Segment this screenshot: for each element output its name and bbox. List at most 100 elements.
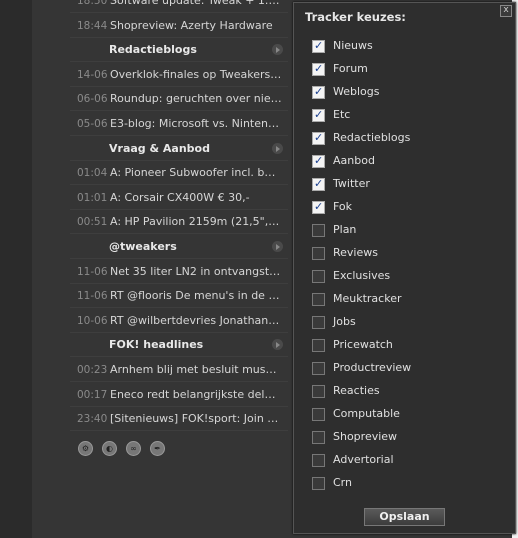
option-label: Weblogs [333, 85, 380, 98]
news-item[interactable]: 00:51A: HP Pavilion 2159m (21,5", full H… [70, 210, 288, 235]
tracker-option[interactable]: Aanbod [312, 154, 502, 172]
tracker-option[interactable]: Computable [312, 407, 502, 425]
option-label: Pricewatch [333, 338, 393, 351]
popup-title: Tracker keuzes: [305, 10, 406, 24]
checkbox[interactable] [312, 154, 325, 168]
news-item-title[interactable]: Roundup: geruchten over nieuwe [110, 92, 282, 105]
tracker-option[interactable]: Etc [312, 108, 502, 126]
news-item[interactable]: 01:04A: Pioneer Subwoofer incl. behuizin… [70, 161, 288, 186]
tracker-option[interactable]: Forum [312, 62, 502, 80]
news-item-time: 01:04 [77, 167, 108, 180]
section-header[interactable]: Redactieblogs [70, 38, 288, 63]
news-item-title[interactable]: Overklok-finales op Tweakers.net [110, 68, 282, 81]
news-item[interactable]: 11-06 RT @flooris De menu's in de Nokia [70, 284, 288, 309]
tracker-option[interactable]: Productreview [312, 361, 502, 379]
save-button[interactable]: Opslaan [364, 508, 445, 526]
news-item-title[interactable]: Shopreview: Azerty Hardware [110, 19, 282, 32]
news-item-title[interactable]: Net 35 liter LN2 in ontvangst genomen [110, 265, 282, 278]
news-panel: 18:50Software update: Tweak + 1.0 bèta18… [70, 0, 288, 538]
chevron-right-icon[interactable] [272, 142, 283, 154]
checkbox[interactable] [312, 85, 325, 99]
tracker-option[interactable]: Advertorial [312, 453, 502, 471]
tracker-option[interactable]: Meuktracker [312, 292, 502, 310]
tracker-option[interactable]: Fok [312, 200, 502, 218]
news-item-title[interactable]: Eneco redt belangrijkste delen Ecotricit… [110, 388, 282, 401]
news-item-time: 00:17 [77, 388, 108, 401]
news-item[interactable]: 23:40[Sitenieuws] FOK!sport: Join the cl… [70, 407, 288, 432]
checkbox[interactable] [312, 270, 325, 283]
news-item[interactable]: 06-06 Roundup: geruchten over nieuwe [70, 87, 288, 112]
chevron-right-icon[interactable] [272, 339, 283, 351]
option-label: Reviews [333, 246, 378, 259]
tracker-option[interactable]: Redactieblogs [312, 131, 502, 149]
section-header[interactable]: @tweakers [70, 235, 288, 259]
news-item-title[interactable]: A: Corsair CX400W € 30,- [110, 191, 282, 204]
checkbox[interactable] [312, 247, 325, 260]
news-item-title[interactable]: RT @flooris De menu's in de Nokia [110, 289, 282, 302]
news-item-time: 06-06 [77, 93, 108, 106]
checkbox[interactable] [312, 177, 325, 191]
checkbox[interactable] [312, 408, 325, 421]
option-label: Twitter [333, 177, 370, 190]
news-item[interactable]: 14-06 Overklok-finales op Tweakers.net [70, 63, 288, 87]
news-item[interactable]: 18:50Software update: Tweak + 1.0 bèta [70, 0, 288, 13]
tracker-option[interactable]: Reviews [312, 246, 502, 264]
section-label: Redactieblogs [109, 43, 197, 57]
news-item-title[interactable]: E3-blog: Microsoft vs. Nintendo vs. Sony [110, 117, 282, 130]
checkbox[interactable] [312, 200, 325, 214]
news-item[interactable]: 01:01 A: Corsair CX400W € 30,- [70, 186, 288, 210]
tracker-option[interactable]: Exclusives [312, 269, 502, 287]
close-button[interactable]: x [500, 5, 512, 17]
chevron-right-icon[interactable] [272, 44, 283, 56]
news-item-time: 00:23 [77, 364, 108, 376]
checkbox[interactable] [312, 108, 325, 122]
tracker-option[interactable]: Reacties [312, 384, 502, 402]
checkbox[interactable] [312, 477, 325, 490]
checkbox[interactable] [312, 339, 325, 352]
news-item[interactable]: 05-06E3-blog: Microsoft vs. Nintendo vs.… [70, 112, 288, 136]
checkbox[interactable] [312, 39, 325, 53]
news-item-title[interactable]: A: HP Pavilion 2159m (21,5", full HD) [110, 215, 282, 228]
tracker-option[interactable]: Crn [312, 476, 502, 494]
news-item[interactable]: 10-06RT @wilbertdevries Jonathan Houston [70, 309, 288, 333]
news-item-title[interactable]: RT @wilbertdevries Jonathan Houston [110, 314, 282, 327]
checkbox[interactable] [312, 62, 325, 76]
option-label: Exclusives [333, 269, 391, 282]
left-sidebar-strip [0, 0, 32, 538]
checkbox[interactable] [312, 362, 325, 375]
news-item-title[interactable]: Software update: Tweak + 1.0 bèta [110, 0, 282, 7]
contrast-icon[interactable]: ◐ [102, 441, 117, 456]
tracker-popup: Tracker keuzes: x Nieuws Forum Weblogs Etc R… [293, 2, 516, 534]
tracker-option[interactable]: Weblogs [312, 85, 502, 103]
section-label: FOK! headlines [109, 338, 204, 352]
rss-icon[interactable]: ✒ [150, 441, 165, 456]
news-item-time: 05-06 [77, 118, 108, 130]
news-item-time: 23:40 [77, 413, 108, 426]
checkbox[interactable] [312, 224, 325, 237]
news-item[interactable]: 18:44 Shopreview: Azerty Hardware [70, 14, 288, 38]
news-item-title[interactable]: Arnhem blij met besluit museum [110, 363, 282, 376]
tracker-option[interactable]: Shopreview [312, 430, 502, 448]
news-item[interactable]: 00:23 Arnhem blij met besluit museum [70, 358, 288, 382]
link-icon[interactable]: ∞ [126, 441, 141, 456]
news-item-time: 01:01 [77, 191, 108, 204]
news-item[interactable]: 00:17Eneco redt belangrijkste delen Ecot… [70, 383, 288, 407]
tracker-option[interactable]: Twitter [312, 177, 502, 195]
checkbox[interactable] [312, 131, 325, 145]
checkbox[interactable] [312, 316, 325, 329]
news-item[interactable]: 11-06Net 35 liter LN2 in ontvangst genom… [70, 260, 288, 284]
tracker-option[interactable]: Jobs [312, 315, 502, 333]
checkbox[interactable] [312, 454, 325, 467]
news-item-title[interactable]: [Sitenieuws] FOK!sport: Join the club [110, 412, 282, 425]
checkbox[interactable] [312, 431, 325, 444]
tracker-option[interactable]: Plan [312, 223, 502, 241]
checkbox[interactable] [312, 293, 325, 306]
checkbox[interactable] [312, 385, 325, 398]
news-item-title[interactable]: A: Pioneer Subwoofer incl. behuizing [110, 166, 282, 179]
tracker-option[interactable]: Nieuws [312, 39, 502, 57]
section-header[interactable]: FOK! headlines [70, 333, 288, 358]
settings-icon[interactable]: ⚙ [78, 441, 93, 456]
chevron-right-icon[interactable] [272, 241, 283, 252]
tracker-option[interactable]: Pricewatch [312, 338, 502, 356]
section-header[interactable]: Vraag & Aanbod [70, 137, 288, 161]
